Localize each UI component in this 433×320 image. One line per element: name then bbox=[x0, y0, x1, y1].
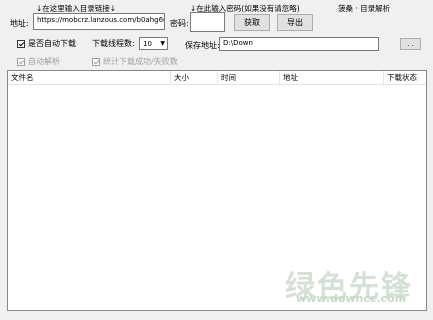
auto-download-checkbox[interactable] bbox=[17, 39, 25, 48]
table-header: 文件名 大小 时间 地址 下载状态 bbox=[8, 71, 426, 85]
count-stats-option[interactable]: 统计下载成功/失败数 bbox=[92, 56, 178, 67]
column-header-status[interactable]: 下载状态 bbox=[384, 71, 426, 84]
credits-text: 菠桑 · 目录解析 bbox=[338, 4, 391, 13]
column-header-address[interactable]: 地址 bbox=[280, 71, 384, 84]
save-path-label: 保存地址: bbox=[185, 41, 220, 50]
save-path-input[interactable]: D:\Down bbox=[219, 37, 379, 51]
auto-parse-label: 自动解析 bbox=[28, 57, 60, 66]
auto-parse-checkbox[interactable] bbox=[17, 57, 25, 66]
export-button[interactable]: 导出 bbox=[277, 14, 313, 31]
address-label: 地址: bbox=[10, 19, 29, 28]
column-header-size[interactable]: 大小 bbox=[171, 71, 218, 84]
auto-download-option[interactable]: 是否自动下载 bbox=[17, 38, 76, 49]
thread-count-label: 下载线程数: bbox=[92, 39, 135, 48]
column-header-time[interactable]: 时间 bbox=[218, 71, 280, 84]
chevron-down-icon: ▼ bbox=[160, 40, 165, 47]
fetch-button[interactable]: 获取 bbox=[234, 14, 270, 31]
browse-button[interactable]: . . bbox=[400, 38, 421, 50]
thread-count-select[interactable]: 10 ▼ bbox=[139, 37, 168, 50]
count-stats-label: 统计下载成功/失败数 bbox=[103, 57, 178, 66]
column-header-filename[interactable]: 文件名 bbox=[8, 71, 171, 84]
auto-download-label: 是否自动下载 bbox=[28, 39, 76, 48]
count-stats-checkbox[interactable] bbox=[92, 57, 100, 66]
watermark-url: www.downcc.com bbox=[296, 292, 407, 305]
password-input[interactable] bbox=[190, 12, 225, 32]
password-label: 密码: bbox=[170, 19, 189, 28]
address-input[interactable]: https://mobcrz.lanzous.com/b0ahg6ud bbox=[33, 13, 165, 30]
auto-parse-option[interactable]: 自动解析 bbox=[17, 56, 60, 67]
thread-count-value: 10 bbox=[143, 39, 152, 48]
